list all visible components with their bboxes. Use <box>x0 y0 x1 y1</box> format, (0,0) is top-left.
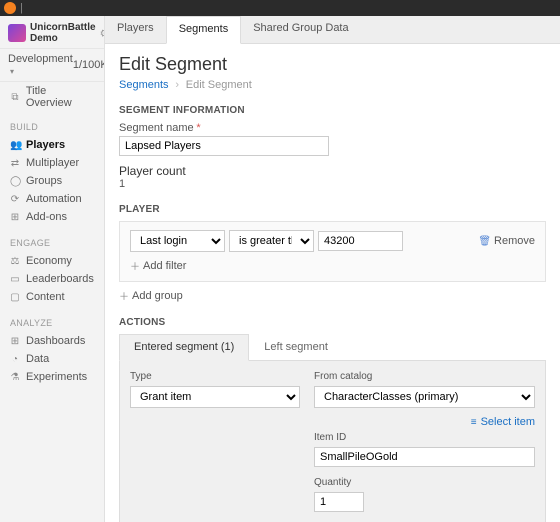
sidebar-item-label: Players <box>26 139 65 151</box>
player-count-label: Player count <box>119 164 546 178</box>
addons-icon: ⊞ <box>10 212 20 223</box>
breadcrumb-sep-icon: › <box>175 79 179 91</box>
subtab-entered-segment[interactable]: Entered segment (1) <box>119 334 249 361</box>
sidebar-item-label: Groups <box>26 175 62 187</box>
subtab-left-segment[interactable]: Left segment <box>249 334 343 360</box>
filter-operator-select[interactable]: is greater than <box>229 230 314 252</box>
action-type-label: Type <box>130 371 300 382</box>
nav-header-analyze: ANALYZE <box>0 314 104 332</box>
sidebar-item-title-overview[interactable]: ⧉ Title Overview <box>0 82 104 112</box>
experiments-icon: ⚗ <box>10 372 20 383</box>
list-icon: ≡ <box>471 417 477 428</box>
environment-usage: 1/100K <box>73 59 105 71</box>
remove-filter-link[interactable]: 🗑 Remove <box>478 235 535 247</box>
add-filter-link[interactable]: ＋ Add filter <box>130 258 186 273</box>
player-count-value: 1 <box>119 178 546 190</box>
groups-icon: ◯ <box>10 176 20 187</box>
filter-rule-row: Last login is greater than 🗑 Remove <box>130 230 535 252</box>
page-title: Edit Segment <box>119 54 546 75</box>
segment-name-input[interactable] <box>119 136 329 156</box>
economy-icon: ⚖ <box>10 256 20 267</box>
sidebar-item-label: Economy <box>26 255 72 267</box>
catalog-select[interactable]: CharacterClasses (primary) <box>314 386 535 408</box>
quantity-label: Quantity <box>314 477 535 488</box>
sidebar-item-experiments[interactable]: ⚗ Experiments <box>0 368 104 386</box>
tab-segments[interactable]: Segments <box>166 16 242 44</box>
section-header-actions: ACTIONS <box>119 317 546 328</box>
tab-players[interactable]: Players <box>105 16 166 43</box>
section-header-player: PLAYER <box>119 204 546 215</box>
sidebar-item-players[interactable]: 👥 Players <box>0 136 104 154</box>
breadcrumb-parent[interactable]: Segments <box>119 79 169 91</box>
sidebar-item-dashboards[interactable]: ⊞ Dashboards <box>0 332 104 350</box>
environment-selector[interactable]: Development ▾ 1/100K <box>0 49 104 82</box>
sidebar-item-label: Multiplayer <box>26 157 79 169</box>
data-icon: ◔ <box>10 354 20 365</box>
action-panel: Type Grant item From catalog CharacterCl… <box>119 361 546 522</box>
section-header-segment-info: SEGMENT INFORMATION <box>119 105 546 116</box>
sidebar-item-label: Data <box>26 353 49 365</box>
sidebar-item-label: Automation <box>26 193 82 205</box>
sidebar-item-label: Experiments <box>26 371 87 383</box>
filter-group: Last login is greater than 🗑 Remove ＋ <box>119 221 546 282</box>
multiplayer-icon: ⇄ <box>10 158 20 169</box>
action-subtabs: Entered segment (1) Left segment <box>119 334 546 361</box>
action-type-select[interactable]: Grant item <box>130 386 300 408</box>
breadcrumb: Segments › Edit Segment <box>119 79 546 91</box>
sidebar: UnicornBattle Demo ⚙ Development ▾ 1/100… <box>0 16 105 522</box>
trash-icon: 🗑 <box>478 236 491 247</box>
sidebar-item-label: Content <box>26 291 65 303</box>
content-icon: ▢ <box>10 292 20 303</box>
environment-label: Development <box>8 53 73 65</box>
sidebar-item-multiplayer[interactable]: ⇄ Multiplayer <box>0 154 104 172</box>
leaderboards-icon: ▭ <box>10 274 20 285</box>
filter-value-input[interactable] <box>318 231 403 251</box>
chart-icon: ⧉ <box>10 92 20 103</box>
item-id-input[interactable] <box>314 447 535 467</box>
sidebar-item-automation[interactable]: ⟳ Automation <box>0 190 104 208</box>
players-icon: 👥 <box>10 140 20 151</box>
sidebar-item-data[interactable]: ◔ Data <box>0 350 104 368</box>
titlebar-divider: | <box>20 2 23 14</box>
sidebar-item-addons[interactable]: ⊞ Add-ons <box>0 208 104 226</box>
add-group-link[interactable]: ＋ Add group <box>119 288 183 303</box>
nav-header-engage: ENGAGE <box>0 234 104 252</box>
plus-icon: ＋ <box>119 288 129 303</box>
app-icon <box>4 2 16 14</box>
window-titlebar: | <box>0 0 560 16</box>
dashboards-icon: ⊞ <box>10 336 20 347</box>
nav-header-build: BUILD <box>0 118 104 136</box>
breadcrumb-current: Edit Segment <box>186 79 252 91</box>
sidebar-item-leaderboards[interactable]: ▭ Leaderboards <box>0 270 104 288</box>
sidebar-item-label: Add-ons <box>26 211 67 223</box>
quantity-input[interactable] <box>314 492 364 512</box>
chevron-down-icon: ▾ <box>10 67 14 76</box>
sidebar-item-label: Leaderboards <box>26 273 94 285</box>
item-id-label: Item ID <box>314 432 535 443</box>
sidebar-item-content[interactable]: ▢ Content <box>0 288 104 306</box>
plus-icon: ＋ <box>130 258 140 273</box>
sidebar-item-groups[interactable]: ◯ Groups <box>0 172 104 190</box>
sidebar-item-economy[interactable]: ⚖ Economy <box>0 252 104 270</box>
segment-name-label: Segment name * <box>119 122 546 134</box>
catalog-label: From catalog <box>314 371 535 382</box>
automation-icon: ⟳ <box>10 194 20 205</box>
select-item-link[interactable]: ≡ Select item <box>314 416 535 428</box>
brand-logo <box>8 24 26 42</box>
brand-row[interactable]: UnicornBattle Demo ⚙ <box>0 16 104 49</box>
sidebar-item-label: Title Overview <box>26 85 94 109</box>
sidebar-item-label: Dashboards <box>26 335 85 347</box>
top-tabs: Players Segments Shared Group Data <box>105 16 560 44</box>
filter-attribute-select[interactable]: Last login <box>130 230 225 252</box>
brand-name: UnicornBattle Demo <box>30 22 96 44</box>
tab-shared-group-data[interactable]: Shared Group Data <box>241 16 360 43</box>
